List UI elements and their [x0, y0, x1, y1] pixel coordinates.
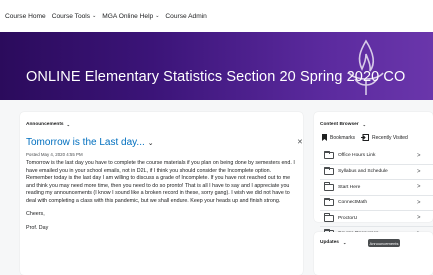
- announcements-header[interactable]: Announcements ⌄: [26, 122, 70, 127]
- announcement-paragraph: Cheers,: [26, 211, 45, 217]
- recent-icon: [361, 134, 370, 141]
- tab-recently-visited[interactable]: Recently Visited: [361, 134, 408, 141]
- announcement-paragraph: Tomorrow is the last day you have to com…: [26, 160, 295, 204]
- list-item[interactable]: Office Hours Link >: [320, 148, 433, 164]
- bookmark-icon: [322, 134, 327, 141]
- nav-course-tools-label: Course Tools: [51, 12, 91, 20]
- nav-course-admin-label: Course Admin: [165, 12, 207, 20]
- folder-icon: [324, 166, 334, 176]
- updates-title: Updates: [320, 240, 339, 245]
- chevron-down-icon: ⌄: [66, 122, 70, 127]
- nav-course-home[interactable]: Course Home: [5, 13, 46, 20]
- chevron-right-icon: >: [417, 184, 421, 191]
- content-browser-list: Office Hours Link > Syllabus and Schedule…: [320, 148, 433, 241]
- chevron-down-icon: ⌄: [362, 122, 367, 127]
- folder-icon: [324, 182, 334, 191]
- tab-bookmarks-label: Bookmarks: [330, 134, 356, 141]
- list-item-label: Office Hours Link: [338, 153, 376, 159]
- torch-logo-icon: [348, 39, 384, 95]
- tab-recently-visited-label: Recently Visited: [372, 134, 408, 141]
- content-browser-widget: Content Browser ⌄ Bookmarks Recently Vis…: [314, 112, 433, 238]
- announcement-body: Tomorrow is the last day you have to com…: [26, 160, 296, 238]
- list-item[interactable]: Start Here >: [320, 179, 433, 195]
- chevron-down-icon: ⌄: [155, 13, 160, 19]
- course-banner: ONLINE Elementary Statistics Section 20 …: [0, 32, 433, 100]
- updates-header[interactable]: Updates ⌄: [320, 240, 346, 245]
- announcement-title: Tomorrow is the Last day...: [26, 137, 145, 148]
- chevron-right-icon: >: [417, 168, 421, 175]
- updates-announcements-badge[interactable]: Announcements: [368, 239, 400, 247]
- chevron-down-icon: ⌄: [147, 140, 154, 147]
- list-item-label: ProctorU: [338, 215, 358, 221]
- top-navigation: Course Home Course Tools ⌄ MGA Online Hel…: [0, 0, 433, 32]
- list-item-label: Start Here: [338, 184, 361, 190]
- list-item[interactable]: ProctorU >: [320, 210, 433, 226]
- updates-widget: Updates ⌄ Announcements: [314, 232, 433, 275]
- close-icon[interactable]: ✕: [297, 139, 303, 146]
- nav-mga-online-help[interactable]: MGA Online Help ⌄: [102, 13, 159, 20]
- chevron-right-icon: >: [417, 199, 421, 206]
- announcements-widget-title: Announcements: [26, 122, 64, 127]
- content-browser-tabs: Bookmarks Recently Visited: [322, 134, 414, 141]
- nav-course-home-label: Course Home: [5, 12, 46, 20]
- nav-course-admin[interactable]: Course Admin: [165, 13, 206, 20]
- list-item-label: ConnectMath: [338, 200, 368, 206]
- folder-icon: [324, 150, 334, 160]
- chevron-right-icon: >: [417, 215, 421, 222]
- list-item[interactable]: ConnectMath >: [320, 194, 433, 211]
- list-item-label: Syllabus and Schedule: [338, 169, 388, 175]
- chevron-down-icon: ⌄: [342, 240, 347, 245]
- nav-mga-online-help-label: MGA Online Help: [102, 12, 154, 20]
- chevron-right-icon: >: [417, 152, 421, 159]
- announcement-posted-date: Posted May 4, 2020 4:55 PM: [26, 152, 83, 157]
- folder-icon: [324, 213, 334, 222]
- content-browser-title: Content Browser: [320, 122, 359, 127]
- list-item[interactable]: Syllabus and Schedule >: [320, 163, 433, 180]
- content-browser-header[interactable]: Content Browser ⌄: [320, 122, 366, 127]
- folder-icon: [324, 197, 334, 207]
- chevron-down-icon: ⌄: [92, 13, 97, 19]
- announcement-paragraph: Prof. Day: [26, 224, 49, 231]
- announcements-widget: Announcements ⌄ Tomorrow is the Last day…: [20, 112, 303, 275]
- nav-course-tools[interactable]: Course Tools ⌄: [52, 13, 97, 20]
- tab-bookmarks[interactable]: Bookmarks: [322, 134, 355, 141]
- announcement-title-link[interactable]: Tomorrow is the Last day... ⌄: [26, 137, 154, 148]
